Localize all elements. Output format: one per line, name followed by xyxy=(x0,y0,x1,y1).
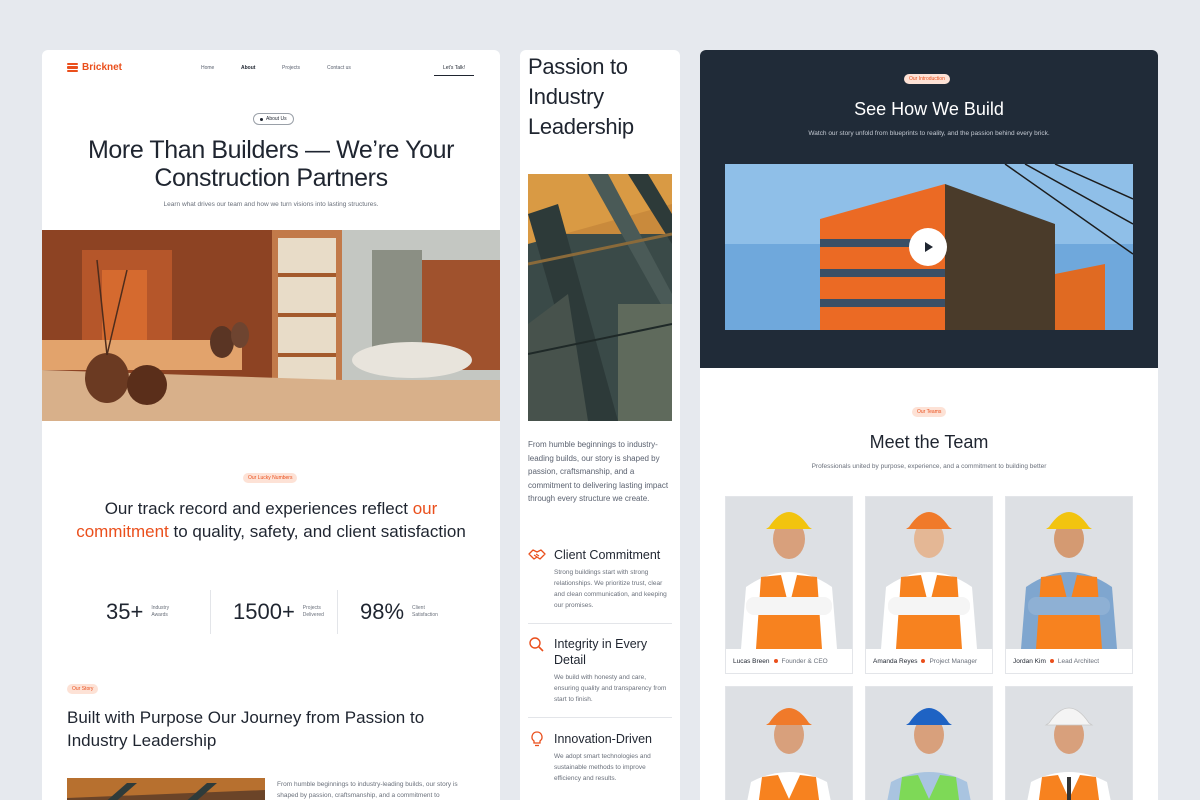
feature-title: Integrity in Every Detail xyxy=(554,637,648,667)
team-member-card[interactable]: Jordan Kim Lead Architect xyxy=(1005,496,1133,674)
navbar: Bricknet Home About Projects Contact us … xyxy=(42,50,500,86)
role-dot-icon xyxy=(921,659,926,663)
introduction-badge: Our Introduction xyxy=(904,74,950,84)
team-title: Meet the Team xyxy=(869,432,989,452)
team-member-card[interactable] xyxy=(725,686,853,800)
team-subtitle: Professionals united by purpose, experie… xyxy=(811,463,1047,470)
handshake-icon xyxy=(528,549,546,560)
team-member-card[interactable] xyxy=(865,686,993,800)
lets-talk-button[interactable]: Let's Talk! xyxy=(434,62,474,76)
member-name: Amanda Reyes xyxy=(873,657,918,665)
role-dot-icon xyxy=(1049,659,1054,663)
stat-label: Industry Awards xyxy=(151,605,170,618)
role-dot-icon xyxy=(773,659,778,663)
intro-section: Our Introduction See How We Build Watch … xyxy=(700,50,1158,368)
about-us-badge-label: About Us xyxy=(266,116,287,122)
video-team-card: Our Introduction See How We Build Watch … xyxy=(700,50,1158,800)
lightbulb-icon xyxy=(531,731,543,747)
story-image xyxy=(67,778,265,800)
stat-satisfaction: 98% Client Satisfaction xyxy=(338,590,464,634)
member-photo xyxy=(1006,497,1132,649)
member-role: Lead Architect xyxy=(1057,657,1100,665)
hero-subtitle: Learn what drives our team and how we tu… xyxy=(163,201,379,208)
nav-contact[interactable]: Contact us xyxy=(327,65,351,71)
hero-title: More Than Builders — We’re Your Construc… xyxy=(42,136,500,192)
member-photo xyxy=(866,687,992,800)
structure-image xyxy=(528,174,672,421)
track-title-part1: Our track record and experiences reflect xyxy=(104,499,413,518)
feature-desc: We adopt smart technologies and sustaina… xyxy=(554,753,651,782)
intro-subtitle: Watch our story unfold from blueprints t… xyxy=(808,130,1050,137)
stat-projects: 1500+ Projects Delivered xyxy=(211,590,338,634)
story-detail-card: Passion to Industry Leadership From humb… xyxy=(520,50,680,800)
feature-title: Client Commitment xyxy=(554,548,661,562)
lucky-numbers-badge: Our Lucky Numbers xyxy=(243,473,298,483)
stat-label: Client Satisfaction xyxy=(412,605,438,618)
stat-awards: 35+ Industry Awards xyxy=(84,590,211,634)
about-us-badge: About Us xyxy=(253,113,294,125)
feature-title: Innovation-Driven xyxy=(554,732,652,746)
hero-title-line1: More Than Builders — We’re Your xyxy=(87,136,455,164)
about-page-card: Bricknet Home About Projects Contact us … xyxy=(42,50,500,800)
member-photo xyxy=(1006,687,1132,800)
story-mid-heading: Passion to Industry Leadership xyxy=(528,54,634,139)
stat-value: 98% xyxy=(360,599,405,624)
team-member-card[interactable]: Lucas Breen Founder & CEO xyxy=(725,496,853,674)
nav-about[interactable]: About xyxy=(241,65,282,71)
play-icon xyxy=(925,242,933,252)
feature-integrity: Integrity in Every Detail We build with … xyxy=(528,636,672,705)
search-icon xyxy=(529,637,544,652)
intro-title: See How We Build xyxy=(854,99,1004,119)
interior-hero-image xyxy=(42,230,500,421)
story-mid-text: From humble beginnings to industry-leadi… xyxy=(528,440,669,503)
track-record-heading: Our track record and experiences reflect… xyxy=(72,497,470,543)
teams-badge: Our Teams xyxy=(912,407,947,417)
our-story-badge: Our Story xyxy=(67,684,99,694)
member-name: Lucas Breen xyxy=(733,657,770,665)
story-text: From humble beginnings to industry-leadi… xyxy=(277,781,458,799)
member-photo xyxy=(726,687,852,800)
stats-row: 35+ Industry Awards 1500+ Projects Deliv… xyxy=(84,590,464,634)
stat-value: 35+ xyxy=(106,599,144,624)
member-photo xyxy=(866,497,992,649)
feature-client-commitment: Client Commitment Strong buildings start… xyxy=(528,547,672,611)
member-role: Founder & CEO xyxy=(781,657,828,665)
stat-label: Projects Delivered xyxy=(302,605,324,618)
team-member-card[interactable] xyxy=(1005,686,1133,800)
feature-divider xyxy=(528,623,672,624)
track-title-part2: to quality, safety, and client satisfact… xyxy=(168,522,466,541)
nav-projects[interactable]: Projects xyxy=(282,65,327,71)
member-photo xyxy=(726,497,852,649)
badge-dot-icon xyxy=(260,117,263,121)
hero-title-line2: Construction Partners xyxy=(154,164,388,192)
nav-links: Home About Projects Contact us xyxy=(201,65,351,71)
brand-name: Bricknet xyxy=(82,62,123,73)
feature-innovation: Innovation-Driven We adopt smart technol… xyxy=(528,731,672,784)
stat-value: 1500+ xyxy=(233,599,295,624)
nav-home[interactable]: Home xyxy=(201,65,241,71)
team-member-card[interactable]: Amanda Reyes Project Manager xyxy=(865,496,993,674)
bricks-logo-icon xyxy=(67,62,78,73)
story-heading: Built with Purpose Our Journey from Pass… xyxy=(67,708,425,750)
feature-divider xyxy=(528,717,672,718)
play-button[interactable] xyxy=(909,228,947,266)
member-name: Jordan Kim xyxy=(1013,657,1046,665)
feature-desc: We build with honesty and care, ensuring… xyxy=(554,674,667,703)
feature-desc: Strong buildings start with strong relat… xyxy=(554,569,667,609)
member-role: Project Manager xyxy=(929,657,978,665)
brand-logo[interactable]: Bricknet xyxy=(67,62,122,73)
